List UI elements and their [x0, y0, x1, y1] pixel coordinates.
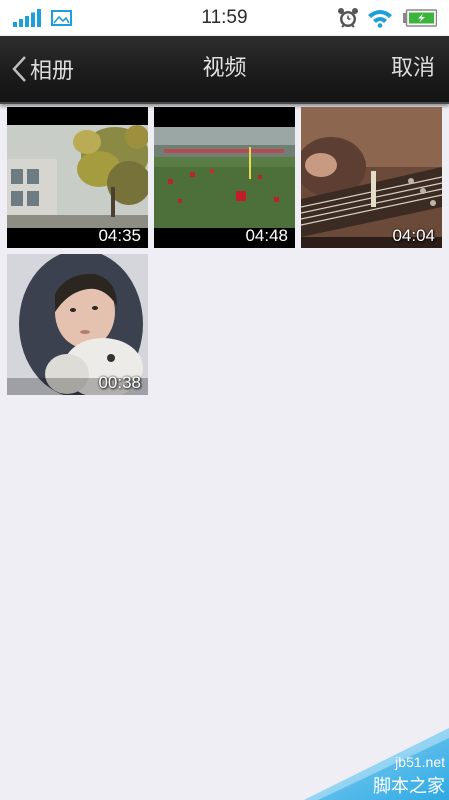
navigation-bar: 相册 视频 取消 [0, 36, 449, 104]
video-duration: 04:48 [245, 226, 288, 245]
back-button[interactable]: 相册 [10, 36, 74, 102]
site-watermark: jb51.net 脚本之家 [304, 728, 449, 800]
battery-charging-icon [403, 9, 437, 27]
video-thumbnail[interactable]: 04:35 [7, 107, 148, 248]
status-bar: 11:59 [0, 0, 449, 36]
wifi-icon [368, 10, 392, 28]
video-duration: 00:38 [98, 373, 141, 392]
watermark-site: jb51.net [395, 754, 445, 770]
chevron-left-icon [12, 56, 26, 82]
back-label: 相册 [30, 59, 75, 84]
cancel-button[interactable]: 取消 [391, 36, 435, 102]
video-duration: 04:04 [392, 226, 435, 245]
video-thumbnail[interactable]: 04:04 [301, 107, 442, 248]
video-thumbnail[interactable]: 04:48 [154, 107, 295, 248]
video-duration: 04:35 [98, 226, 141, 245]
video-thumbnail[interactable]: 00:38 [7, 254, 148, 395]
alarm-icon [338, 8, 358, 28]
watermark-name: 脚本之家 [373, 776, 445, 797]
